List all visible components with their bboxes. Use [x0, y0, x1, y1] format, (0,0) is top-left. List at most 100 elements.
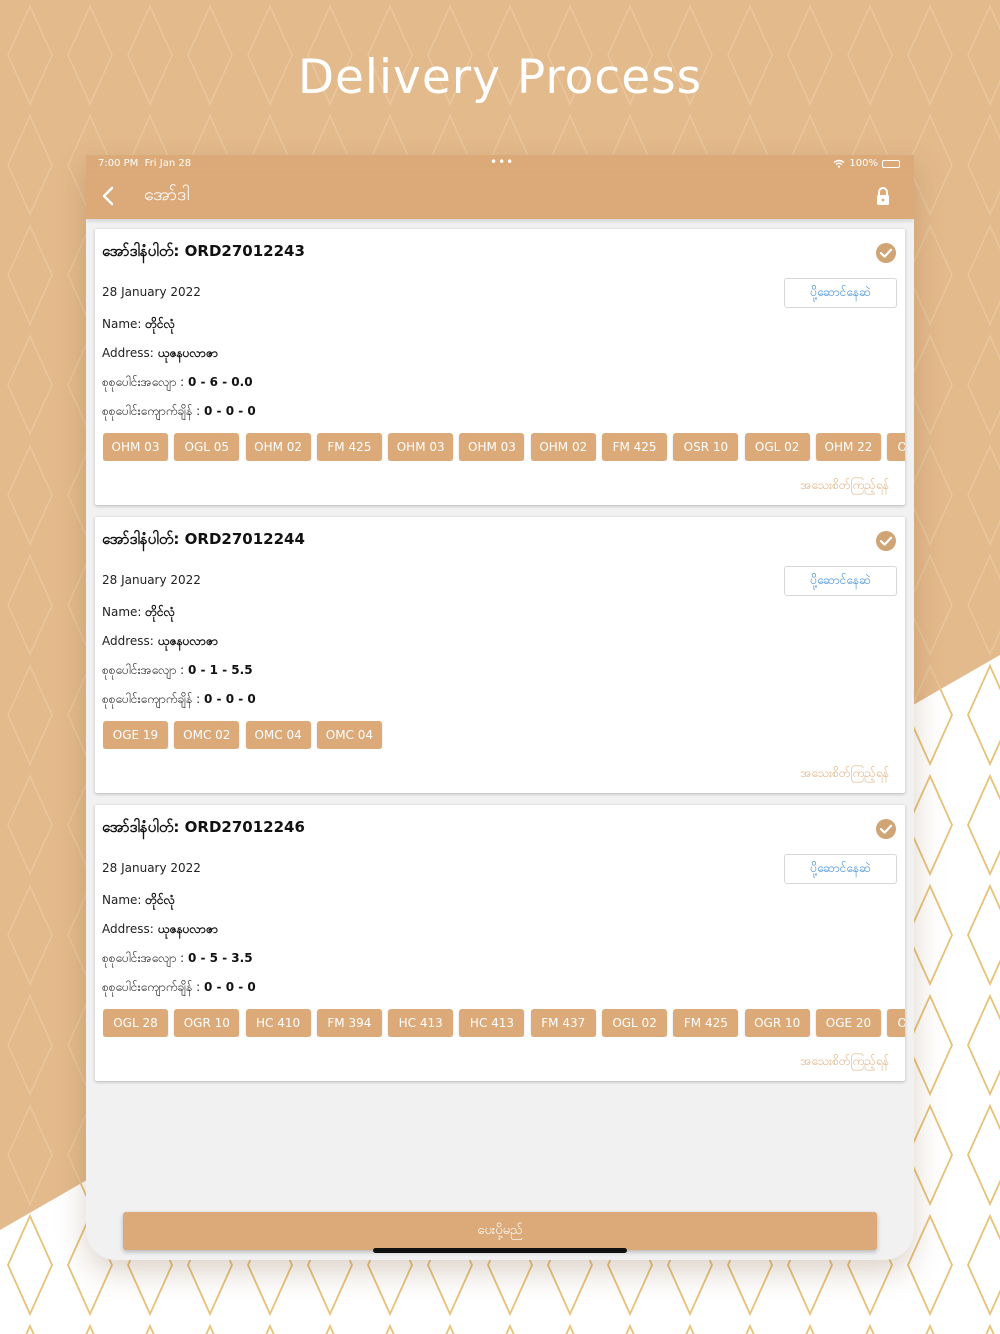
- customer-name-row: Name: တိုင်လုံ: [102, 892, 175, 910]
- submit-button[interactable]: ပေးပို့မည်: [123, 1212, 877, 1250]
- order-card: အော်ဒါနံပါတ်: ORD27012246 28 January 202…: [95, 805, 905, 1081]
- page-title: အော်ဒါ: [144, 184, 190, 205]
- delivery-status-button[interactable]: ပို့ဆောင်နေဆဲ: [784, 854, 897, 884]
- item-chip[interactable]: OGR 10: [174, 1009, 240, 1037]
- item-chip[interactable]: OHM 22: [815, 433, 881, 461]
- total-qty-row: စုစုပေါင်းအလျော : 0 - 5 - 3.5: [102, 950, 253, 968]
- customer-name-label: Name:: [102, 893, 142, 907]
- total-qty-value: 0 - 1 - 5.5: [187, 663, 253, 677]
- order-number-value: ORD27012244: [184, 530, 305, 548]
- view-details-link[interactable]: အသေးစိတ်ကြည့်ရန်: [800, 765, 889, 783]
- item-chip[interactable]: OHM 03: [103, 433, 168, 461]
- item-chip[interactable]: OSR 10: [673, 433, 739, 461]
- check-circle-icon[interactable]: [875, 242, 897, 264]
- tablet-screen: 7:00 PM Fri Jan 28 ••• 100% အော်ဒါ အော်ဒ…: [86, 155, 914, 1260]
- view-details-link[interactable]: အသေးစိတ်ကြည့်ရန်: [800, 1053, 889, 1071]
- item-chip-list: OGL 28 OGR 10 HC 410 FM 394 HC 413 HC 413 FM 4…: [103, 1009, 905, 1037]
- wifi-icon: [833, 159, 845, 168]
- total-remaining-value: 0 - 0 - 0: [204, 692, 256, 706]
- item-chip[interactable]: OHM 02: [245, 433, 311, 461]
- item-chip[interactable]: OHM 03: [459, 433, 525, 461]
- item-chip[interactable]: OHM 03: [388, 433, 454, 461]
- status-right: 100%: [833, 158, 900, 169]
- item-chip[interactable]: OGR 10: [744, 1009, 810, 1037]
- total-qty-label: စုစုပေါင်းအလျော :: [102, 375, 185, 389]
- address-row: Address: ယုဇနပလာဇာ: [102, 633, 218, 651]
- address-label: Address:: [102, 346, 154, 360]
- item-chip[interactable]: FM 425: [316, 433, 382, 461]
- total-remaining-value: 0 - 0 - 0: [204, 404, 256, 418]
- item-chip[interactable]: OGE 20: [815, 1009, 881, 1037]
- item-chip[interactable]: OGL 05: [887, 1009, 905, 1037]
- item-chip[interactable]: OGL 02: [887, 433, 905, 461]
- address-label: Address:: [102, 922, 154, 936]
- item-chip[interactable]: HC 413: [388, 1009, 454, 1037]
- item-chip[interactable]: FM 437: [530, 1009, 596, 1037]
- item-chip[interactable]: OMC 02: [174, 721, 240, 749]
- total-remaining-label: စုစုပေါင်းကျောက်ချိန် :: [102, 404, 201, 418]
- customer-name-value: တိုင်လုံ: [145, 317, 175, 331]
- delivery-status-button[interactable]: ပို့ဆောင်နေဆဲ: [784, 566, 897, 596]
- item-chip[interactable]: OMC 04: [245, 721, 311, 749]
- address-value: ယုဇနပလာဇာ: [157, 346, 218, 360]
- check-circle-icon[interactable]: [875, 530, 897, 552]
- status-time-text: 7:00 PM: [98, 158, 139, 169]
- total-qty-row: စုစုပေါင်းအလျော : 0 - 6 - 0.0: [102, 374, 253, 392]
- item-chip[interactable]: FM 425: [673, 1009, 739, 1037]
- total-remaining-row: စုစုပေါင်းကျောက်ချိန် : 0 - 0 - 0: [102, 979, 256, 997]
- lock-icon[interactable]: [872, 185, 894, 207]
- item-chip[interactable]: HC 410: [245, 1009, 311, 1037]
- order-card: အော်ဒါနံပါတ်: ORD27012244 28 January 202…: [95, 517, 905, 793]
- chevron-left-icon[interactable]: [96, 183, 122, 209]
- item-chip[interactable]: OGL 02: [602, 1009, 668, 1037]
- item-chip[interactable]: OHM 02: [530, 433, 596, 461]
- item-chip-list: OHM 03 OGL 05 OHM 02 FM 425 OHM 03 OHM 03 OHM …: [103, 433, 905, 461]
- total-remaining-value: 0 - 0 - 0: [204, 980, 256, 994]
- item-chip[interactable]: OGE 19: [103, 721, 168, 749]
- address-row: Address: ယုဇနပလာဇာ: [102, 921, 218, 939]
- delivery-status-button[interactable]: ပို့ဆောင်နေဆဲ: [784, 278, 897, 308]
- order-date: 28 January 2022: [102, 861, 201, 875]
- total-remaining-row: စုစုပေါင်းကျောက်ချိန် : 0 - 0 - 0: [102, 691, 256, 709]
- item-chip[interactable]: HC 413: [459, 1009, 525, 1037]
- total-remaining-label: စုစုပေါင်းကျောက်ချိန် :: [102, 980, 201, 994]
- view-details-link[interactable]: အသေးစိတ်ကြည့်ရန်: [800, 477, 889, 495]
- customer-name-row: Name: တိုင်လုံ: [102, 604, 175, 622]
- customer-name-value: တိုင်လုံ: [145, 605, 175, 619]
- item-chip[interactable]: OGL 02: [744, 433, 810, 461]
- item-chip[interactable]: OGL 05: [174, 433, 240, 461]
- address-row: Address: ယုဇနပလာဇာ: [102, 345, 218, 363]
- multitask-dots-icon[interactable]: •••: [490, 155, 514, 169]
- order-date: 28 January 2022: [102, 285, 201, 299]
- battery-percent: 100%: [849, 158, 878, 169]
- order-number: အော်ဒါနံပါတ်: ORD27012244: [102, 530, 305, 552]
- item-chip[interactable]: FM 394: [316, 1009, 382, 1037]
- customer-name-label: Name:: [102, 317, 142, 331]
- home-indicator[interactable]: [373, 1248, 627, 1253]
- address-value: ယုဇနပလာဇာ: [157, 922, 218, 936]
- battery-icon: [882, 159, 900, 168]
- item-chip[interactable]: OMC 04: [316, 721, 382, 749]
- total-qty-value: 0 - 5 - 3.5: [187, 951, 253, 965]
- order-number-label: အော်ဒါနံပါတ်:: [102, 242, 180, 260]
- total-remaining-label: စုစုပေါင်းကျောက်ချိန် :: [102, 692, 201, 706]
- item-chip[interactable]: OGL 28: [103, 1009, 168, 1037]
- order-number: အော်ဒါနံပါတ်: ORD27012243: [102, 242, 305, 264]
- order-card: အော်ဒါနံပါတ်: ORD27012243 28 January 202…: [95, 229, 905, 505]
- customer-name-label: Name:: [102, 605, 142, 619]
- order-number-label: အော်ဒါနံပါတ်:: [102, 818, 180, 836]
- customer-name-value: တိုင်လုံ: [145, 893, 175, 907]
- address-value: ယုဇနပလာဇာ: [157, 634, 218, 648]
- nav-bar: အော်ဒါ: [86, 173, 914, 219]
- address-label: Address:: [102, 634, 154, 648]
- order-number-value: ORD27012243: [184, 242, 305, 260]
- item-chip[interactable]: FM 425: [602, 433, 668, 461]
- order-number-label: အော်ဒါနံပါတ်:: [102, 530, 180, 548]
- order-number: အော်ဒါနံပါတ်: ORD27012246: [102, 818, 305, 840]
- customer-name-row: Name: တိုင်လုံ: [102, 316, 175, 334]
- status-date-text: Fri Jan 28: [144, 158, 192, 169]
- total-qty-label: စုစုပေါင်းအလျော :: [102, 663, 185, 677]
- order-date: 28 January 2022: [102, 573, 201, 587]
- check-circle-icon[interactable]: [875, 818, 897, 840]
- status-bar: 7:00 PM Fri Jan 28 ••• 100%: [86, 155, 914, 173]
